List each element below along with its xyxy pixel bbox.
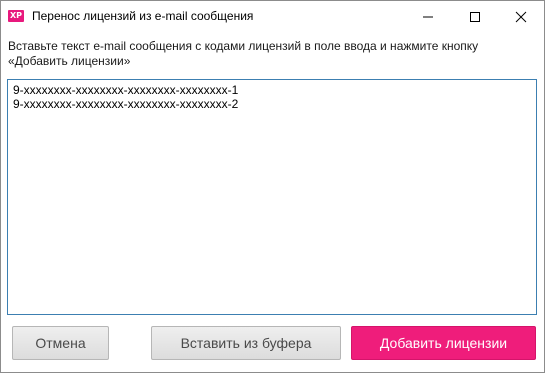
license-text-input[interactable]: 9-xxxxxxxx-xxxxxxxx-xxxxxxxx-xxxxxxxx-1 … — [7, 79, 537, 315]
close-button[interactable] — [498, 1, 544, 32]
close-icon — [515, 11, 527, 22]
instructions-text: Вставьте текст e-mail сообщения с кодами… — [8, 39, 479, 68]
add-licenses-button[interactable]: Добавить лицензии — [351, 326, 536, 360]
app-logo-icon: XP — [8, 10, 24, 22]
license-line-1: 9-xxxxxxxx-xxxxxxxx-xxxxxxxx-xxxxxxxx-1 — [13, 83, 239, 97]
title-bar[interactable]: XP Перенос лицензий из e-mail сообщения — [1, 1, 544, 32]
maximize-button[interactable] — [452, 1, 498, 32]
minimize-button[interactable] — [405, 1, 451, 32]
paste-from-clipboard-button[interactable]: Вставить из буфера — [151, 326, 341, 360]
license-transfer-dialog: XP Перенос лицензий из e-mail сообщения … — [0, 0, 545, 373]
minimize-icon — [423, 16, 433, 17]
window-title: Перенос лицензий из e-mail сообщения — [32, 9, 254, 23]
maximize-icon — [470, 11, 480, 22]
cancel-button[interactable]: Отмена — [12, 326, 109, 360]
license-line-2: 9-xxxxxxxx-xxxxxxxx-xxxxxxxx-xxxxxxxx-2 — [13, 97, 239, 111]
